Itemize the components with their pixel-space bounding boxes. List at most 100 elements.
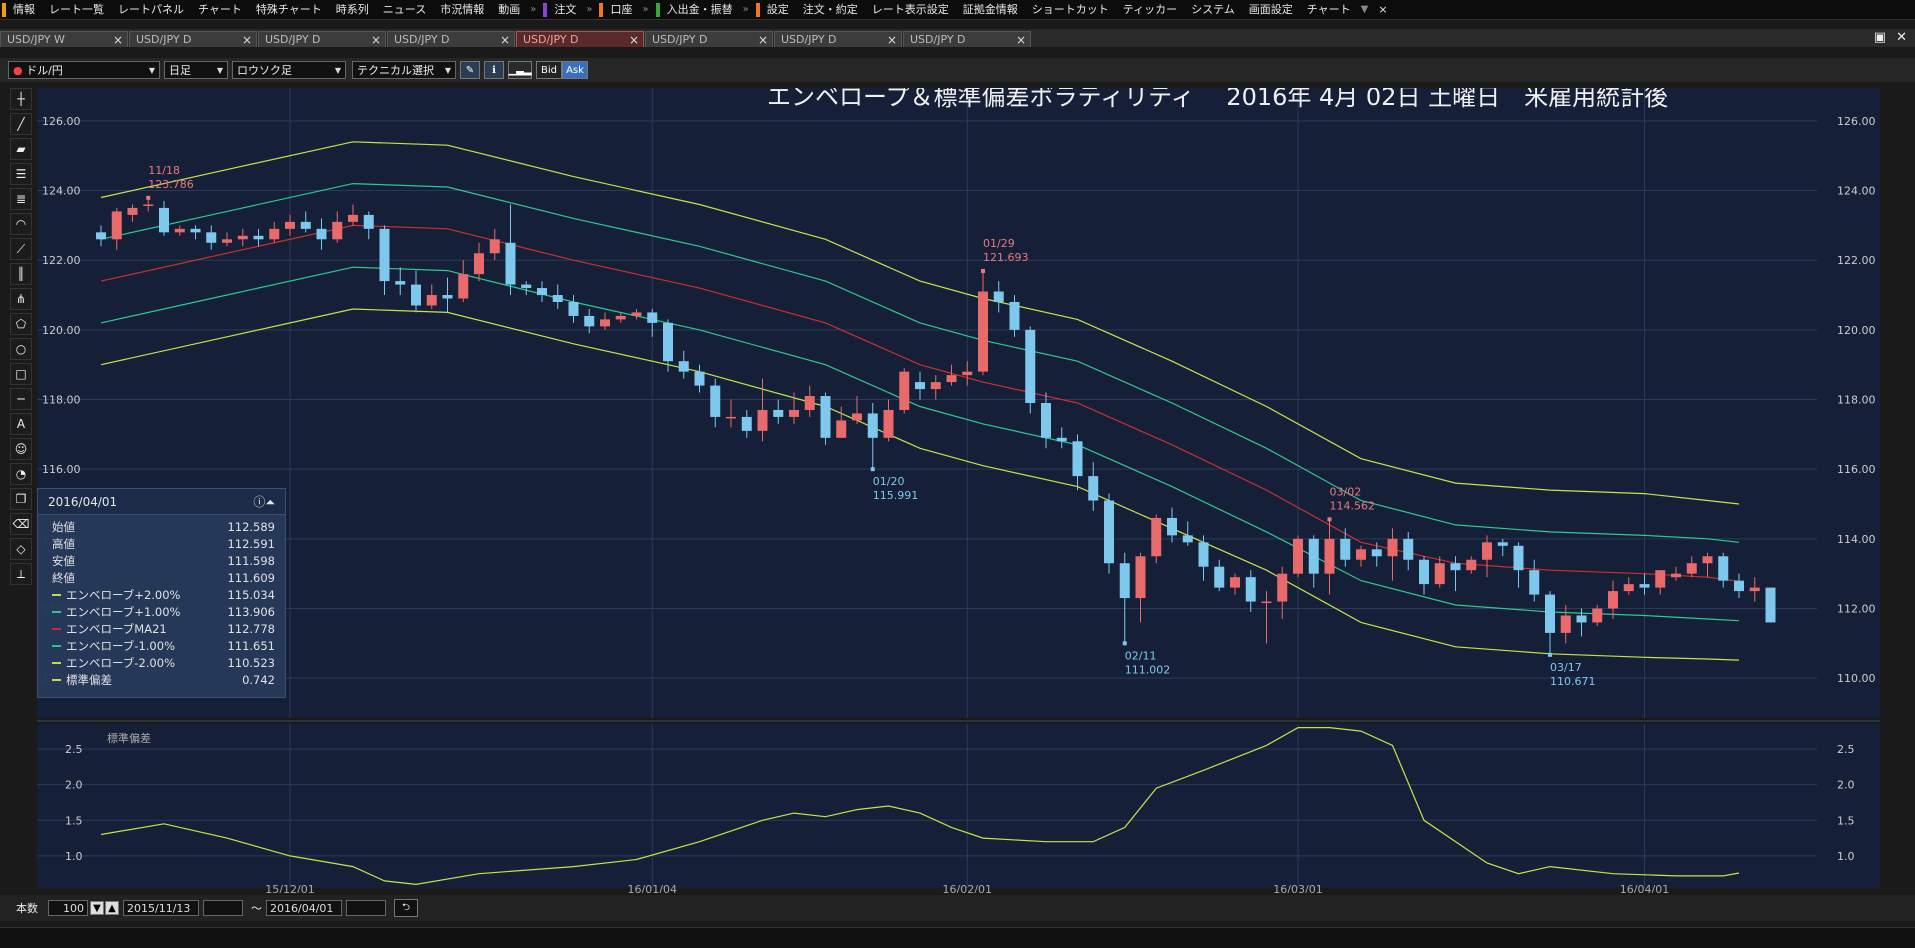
close-icon[interactable]: ×: [758, 33, 768, 47]
candle[interactable]: [1151, 514, 1162, 564]
more-icon[interactable]: »: [740, 4, 752, 15]
info-button[interactable]: ℹ: [484, 61, 504, 79]
info-icon[interactable]: ⓘ: [253, 495, 265, 509]
eraser-tool-button[interactable]: ▰: [10, 138, 32, 160]
chevron-down-icon[interactable]: ▼: [1358, 4, 1372, 15]
chart-area[interactable]: 126.00 126.00 124.00 124.00 122.00 122.00 120.…: [37, 83, 1880, 896]
cross-tool-button[interactable]: ┼: [10, 88, 32, 110]
chart-tab[interactable]: USD/JPY D ×: [129, 31, 257, 47]
chart-tab[interactable]: USD/JPY D ×: [516, 31, 644, 47]
chart-tab[interactable]: USD/JPY D ×: [774, 31, 902, 47]
bid-button[interactable]: Bid: [536, 61, 562, 79]
chart-tab[interactable]: USD/JPY W ×: [0, 31, 128, 47]
menu-item[interactable]: ティッカー: [1116, 0, 1184, 19]
rect-tool-button[interactable]: □: [10, 363, 32, 385]
candle[interactable]: [1025, 326, 1036, 414]
chart-tab[interactable]: USD/JPY D ×: [387, 31, 515, 47]
candle[interactable]: [1293, 535, 1303, 578]
menu-item[interactable]: 入出金・振替: [660, 0, 740, 19]
ruler-tool-button[interactable]: ⟂: [10, 563, 32, 585]
paint-tool-button[interactable]: ◔: [10, 463, 32, 485]
period-select[interactable]: 日足 ▼: [164, 61, 228, 79]
text-tool-button[interactable]: A: [10, 413, 32, 435]
menu-item[interactable]: 画面設定: [1242, 0, 1300, 19]
menu-item[interactable]: 証拠金情報: [956, 0, 1025, 19]
tab-label: USD/JPY W: [7, 33, 65, 46]
technical-select[interactable]: テクニカル選択 ▼: [352, 61, 456, 79]
menu-item[interactable]: 情報: [6, 0, 42, 19]
menu-item[interactable]: 口座: [603, 0, 639, 19]
menu-item[interactable]: レート一覧: [42, 0, 111, 19]
copy-tool-button[interactable]: ❐: [10, 488, 32, 510]
candle[interactable]: [1104, 493, 1114, 574]
candle-body: [190, 228, 201, 233]
menu-item[interactable]: 時系列: [329, 0, 376, 19]
pentagon-tool-button[interactable]: ⬠: [10, 313, 32, 335]
info-panel-controls[interactable]: ⓘ⏶: [253, 493, 275, 510]
close-icon[interactable]: ×: [371, 33, 381, 47]
from-date-input[interactable]: 2015/11/13: [123, 900, 199, 916]
candle[interactable]: [899, 368, 910, 414]
menu-item[interactable]: レートパネル: [111, 0, 191, 19]
close-icon[interactable]: ×: [113, 33, 123, 47]
refresh-button[interactable]: ⮌: [394, 899, 418, 917]
chart-tab[interactable]: USD/JPY D ×: [903, 31, 1031, 47]
count-up-button[interactable]: ▲: [105, 901, 119, 915]
menu-item[interactable]: 注文・約定: [796, 0, 865, 19]
volume-button[interactable]: ▁▃▂: [508, 61, 532, 79]
close-icon[interactable]: ×: [500, 33, 510, 47]
menu-item[interactable]: チャート: [191, 0, 249, 19]
menu-item[interactable]: チャート: [1300, 0, 1358, 19]
pair-select[interactable]: ● ドル/円 ▼: [8, 61, 160, 79]
menu-item[interactable]: システム: [1184, 0, 1242, 19]
count-input[interactable]: 100: [48, 900, 88, 916]
to-date-input[interactable]: 2016/04/01: [266, 900, 342, 916]
smiley-tool-button[interactable]: ☺: [10, 438, 32, 460]
chart-tab[interactable]: USD/JPY D ×: [645, 31, 773, 47]
restore-icon[interactable]: ▣: [1874, 30, 1886, 45]
close-icon[interactable]: ✕: [1896, 30, 1907, 45]
menu-item[interactable]: ショートカット: [1025, 0, 1116, 19]
candle[interactable]: [1765, 587, 1776, 623]
menu-close-icon[interactable]: ×: [1371, 0, 1394, 19]
chart-toolbar: ● ドル/円 ▼ 日足 ▼ ロウソク足 ▼ テクニカル選択 ▼ ✎ ℹ ▁▃▂ Bid …: [0, 58, 1915, 82]
menu-item[interactable]: レート表示設定: [865, 0, 956, 19]
chart-tab[interactable]: USD/JPY D ×: [258, 31, 386, 47]
tag-icon: ◇: [16, 542, 26, 556]
multi-lines-tool-button[interactable]: ≣: [10, 188, 32, 210]
draw-mode-button[interactable]: ✎: [460, 61, 480, 79]
menu-item[interactable]: 特殊チャート: [249, 0, 329, 19]
delete-tool-button[interactable]: ⌫: [10, 513, 32, 535]
from-time-input[interactable]: [203, 900, 243, 916]
count-down-button[interactable]: ▼: [90, 901, 104, 915]
line-tool-button[interactable]: ╱: [10, 113, 32, 135]
menu-item[interactable]: 動画: [491, 0, 527, 19]
close-icon[interactable]: ×: [887, 33, 897, 47]
menu-item[interactable]: 注文: [547, 0, 583, 19]
menu-item[interactable]: 設定: [760, 0, 796, 19]
to-time-input[interactable]: [346, 900, 386, 916]
fan-tool-button[interactable]: ⟋: [10, 238, 32, 260]
close-icon[interactable]: ×: [629, 33, 639, 47]
ask-button[interactable]: Ask: [562, 61, 588, 79]
menu-item[interactable]: ニュース: [376, 0, 433, 19]
chart-style-select[interactable]: ロウソク足 ▼: [232, 61, 346, 79]
more-icon[interactable]: »: [527, 4, 539, 15]
collapse-icon[interactable]: ⏶: [265, 495, 275, 509]
circle-tool-button[interactable]: ○: [10, 338, 32, 360]
more-icon[interactable]: »: [583, 4, 595, 15]
arc-tool-button[interactable]: ◠: [10, 213, 32, 235]
more-icon[interactable]: »: [639, 4, 651, 15]
menu-item[interactable]: 市況情報: [433, 0, 491, 19]
hlines-tool-button[interactable]: ☰: [10, 163, 32, 185]
close-icon[interactable]: ×: [242, 33, 252, 47]
pitchfork-tool-button[interactable]: ⋔: [10, 288, 32, 310]
tag-tool-button[interactable]: ◇: [10, 538, 32, 560]
vlines-tool-button[interactable]: ║: [10, 263, 32, 285]
chart-svg[interactable]: 126.00 126.00 124.00 124.00 122.00 122.00 120.…: [37, 83, 1880, 896]
annotation-value: 121.693: [983, 251, 1029, 264]
candle-body: [1041, 403, 1051, 438]
hline-tool-button[interactable]: ─: [10, 388, 32, 410]
close-icon[interactable]: ×: [1016, 33, 1026, 47]
candle[interactable]: [820, 392, 831, 445]
